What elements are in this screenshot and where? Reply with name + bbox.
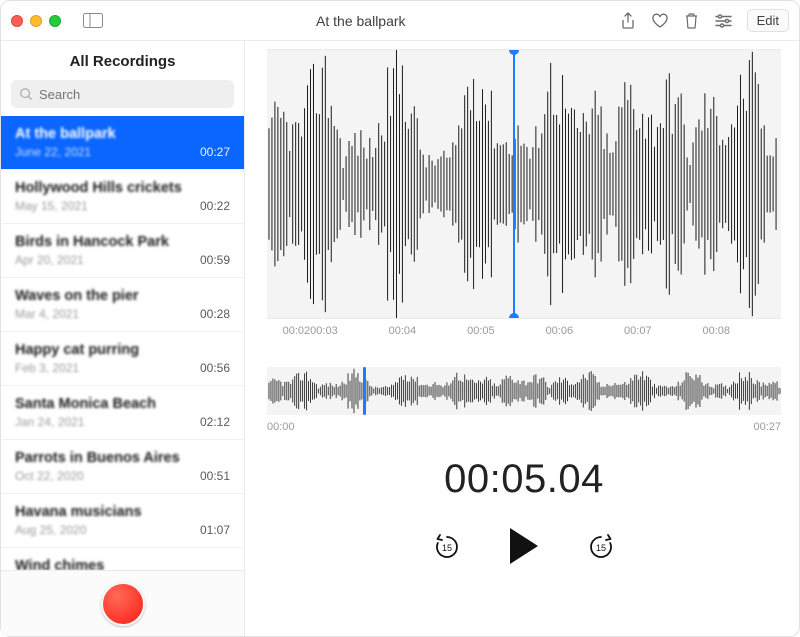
recording-duration: 00:59: [200, 253, 230, 267]
overview-playhead[interactable]: [363, 367, 366, 415]
svg-text:15: 15: [442, 543, 452, 553]
close-window-button[interactable]: [11, 15, 23, 27]
waveform-overview-graphic: [267, 367, 781, 415]
recording-name: Birds in Hancock Park: [15, 234, 230, 250]
list-item[interactable]: Hollywood Hills crickets May 15, 2021 00…: [1, 170, 244, 224]
axis-tick: 00:02: [267, 325, 310, 337]
heart-icon: [651, 13, 669, 29]
window-controls: [11, 15, 61, 27]
settings-button[interactable]: [715, 12, 733, 30]
recording-duration: 00:22: [200, 199, 230, 213]
toolbar-right: Edit: [619, 9, 789, 32]
recording-date: Feb 3, 2021: [15, 361, 200, 375]
trash-icon: [684, 12, 699, 29]
favorite-button[interactable]: [651, 12, 669, 30]
list-item[interactable]: Parrots in Buenos Aires Oct 22, 2020 00:…: [1, 440, 244, 494]
search-field[interactable]: [11, 80, 234, 108]
recordings-list: At the ballpark June 22, 2021 00:27 Holl…: [1, 116, 244, 570]
list-item[interactable]: At the ballpark June 22, 2021 00:27: [1, 116, 244, 170]
search-icon: [19, 87, 33, 101]
waveform-overview[interactable]: [267, 367, 781, 415]
record-button[interactable]: [101, 582, 145, 626]
list-item[interactable]: Havana musicians Aug 25, 2020 01:07: [1, 494, 244, 548]
sidebar-header: All Recordings: [1, 41, 244, 80]
recording-name: Waves on the pier: [15, 288, 230, 304]
share-icon: [620, 12, 636, 30]
list-item[interactable]: Waves on the pier Mar 4, 2021 00:28: [1, 278, 244, 332]
window-title: At the ballpark: [103, 13, 619, 29]
overview-time-range: 00:00 00:27: [267, 415, 781, 433]
edit-button[interactable]: Edit: [747, 9, 789, 32]
overview-start: 00:00: [267, 421, 295, 433]
list-item[interactable]: Wind chimes: [1, 548, 244, 570]
recording-duration: 02:12: [200, 415, 230, 429]
minimize-window-button[interactable]: [30, 15, 42, 27]
sidebar-icon: [83, 13, 103, 28]
recording-name: Hollywood Hills crickets: [15, 180, 230, 196]
skip-forward-icon: 15: [587, 532, 615, 560]
skip-back-icon: 15: [433, 532, 461, 560]
skip-forward-button[interactable]: 15: [586, 531, 616, 561]
axis-tick: 00:05: [467, 325, 545, 337]
playhead-line: [513, 50, 515, 318]
waveform-zoom-graphic: [267, 50, 781, 318]
playhead-handle-bottom[interactable]: [509, 313, 519, 319]
recording-date: Aug 25, 2020: [15, 523, 200, 537]
toggle-sidebar-button[interactable]: [83, 13, 103, 28]
play-button[interactable]: [510, 528, 538, 564]
share-button[interactable]: [619, 12, 637, 30]
current-time-display: 00:05.04: [267, 457, 781, 502]
record-bar: [1, 570, 244, 636]
recording-name: Havana musicians: [15, 504, 230, 520]
axis-tick: 00:04: [389, 325, 467, 337]
recording-duration: 01:07: [200, 523, 230, 537]
search-input[interactable]: [39, 87, 226, 102]
overview-end: 00:27: [753, 421, 781, 433]
recording-date: Jan 24, 2021: [15, 415, 200, 429]
recording-date: Apr 20, 2021: [15, 253, 200, 267]
waveform-zoom[interactable]: [267, 49, 781, 319]
list-item[interactable]: Birds in Hancock Park Apr 20, 2021 00:59: [1, 224, 244, 278]
recording-name: Happy cat purring: [15, 342, 230, 358]
delete-button[interactable]: [683, 12, 701, 30]
recording-date: Oct 22, 2020: [15, 469, 200, 483]
recording-name: Santa Monica Beach: [15, 396, 230, 412]
list-item[interactable]: Happy cat purring Feb 3, 2021 00:56: [1, 332, 244, 386]
recording-date: June 22, 2021: [15, 145, 200, 159]
main-panel: 00:02 00:03 00:04 00:05 00:06 00:07 00:0…: [245, 41, 799, 636]
playback-controls: 15 15: [267, 528, 781, 564]
titlebar: At the ballpark Edit: [1, 1, 799, 41]
axis-tick: 00:06: [546, 325, 624, 337]
recording-duration: 00:56: [200, 361, 230, 375]
recording-duration: 00:27: [200, 145, 230, 159]
waveform-time-axis: 00:02 00:03 00:04 00:05 00:06 00:07 00:0…: [267, 319, 781, 349]
skip-back-button[interactable]: 15: [432, 531, 462, 561]
recording-duration: 00:51: [200, 469, 230, 483]
recording-name: Parrots in Buenos Aires: [15, 450, 230, 466]
axis-tick: 00:03: [310, 325, 388, 337]
recording-duration: 00:28: [200, 307, 230, 321]
recording-name: At the ballpark: [15, 126, 230, 142]
sidebar: All Recordings At the ballpark June 22, …: [1, 41, 245, 636]
zoom-window-button[interactable]: [49, 15, 61, 27]
svg-text:15: 15: [596, 543, 606, 553]
recording-name: Wind chimes: [15, 558, 230, 570]
recording-date: Mar 4, 2021: [15, 307, 200, 321]
recording-date: May 15, 2021: [15, 199, 200, 213]
sliders-icon: [715, 14, 732, 28]
axis-tick: 00:08: [703, 325, 781, 337]
axis-tick: 00:07: [624, 325, 702, 337]
list-item[interactable]: Santa Monica Beach Jan 24, 2021 02:12: [1, 386, 244, 440]
